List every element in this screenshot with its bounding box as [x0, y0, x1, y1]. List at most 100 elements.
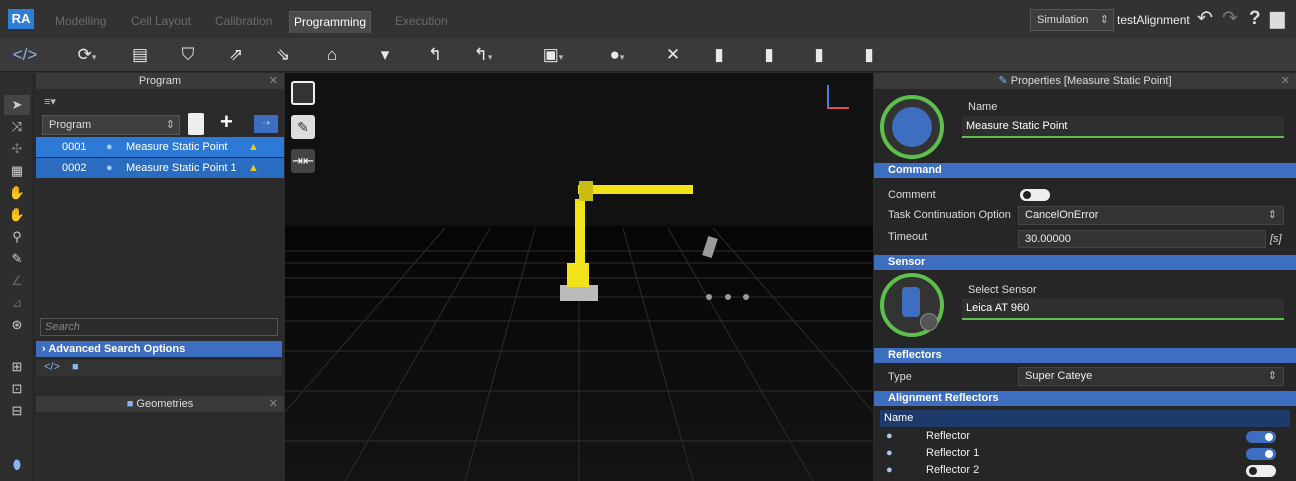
project-name: testAlignment — [1117, 13, 1190, 27]
sub-toolbar: </> ■ — [36, 360, 282, 376]
move-home-icon[interactable]: ⇘ — [266, 43, 300, 67]
select-sensor-label: Select Sensor — [968, 284, 1037, 296]
pin-icon[interactable]: ⚲ — [4, 227, 30, 247]
close-icon[interactable]: ✕ — [269, 396, 278, 412]
sensor-move-icon[interactable]: ⊡ — [4, 379, 30, 399]
advanced-search-label: Advanced Search Options — [48, 343, 186, 355]
folder-icon[interactable]: ■ — [72, 361, 79, 373]
camera-dropdown-icon[interactable]: ●▾ — [600, 43, 634, 67]
comment-toggle[interactable] — [1020, 189, 1050, 201]
arc-dropdown-icon[interactable]: ↰▾ — [466, 43, 500, 67]
panel-title: Program — [138, 75, 182, 87]
tab-cell-layout[interactable]: Cell Layout — [131, 14, 191, 28]
tab-programming[interactable]: Programming — [289, 11, 371, 33]
collapse-icon[interactable]: ⇥⇤ — [291, 149, 315, 173]
geometries-title: Geometries — [136, 398, 194, 410]
menu-icon[interactable]: ≡▾ — [44, 95, 56, 108]
sensor-icon — [880, 273, 944, 337]
shield-icon[interactable]: ⛉ — [171, 43, 205, 67]
reflector-icon: ● — [886, 430, 893, 442]
pen-icon[interactable]: ✎ — [4, 249, 30, 269]
cube-icon: ■ — [126, 398, 137, 410]
sensor-section[interactable]: Sensor — [874, 255, 1296, 270]
type-label: Type — [888, 371, 912, 383]
fit-view-icon[interactable] — [291, 81, 315, 105]
reflector-icon: ● — [886, 447, 893, 459]
list-item[interactable]: 0002 ● Measure Static Point 1 ▲ — [36, 158, 284, 178]
angle-icon[interactable]: ∠ — [4, 271, 30, 291]
hand-icon[interactable]: ✋ — [4, 183, 30, 203]
move-icon[interactable]: ⇗ — [219, 43, 253, 67]
table-row[interactable]: ● Reflector 1 — [880, 445, 1290, 462]
undo-icon[interactable]: ↶ — [1197, 8, 1213, 30]
sensor-play-icon[interactable]: ▮ — [702, 43, 736, 67]
command-section-label: Command — [888, 164, 942, 176]
transform-icon[interactable]: ✣ — [4, 139, 30, 159]
command-section[interactable]: Command — [874, 163, 1296, 178]
step-forward-icon[interactable]: ⇢ — [254, 115, 278, 133]
reflector-toggle[interactable] — [1246, 448, 1276, 460]
sensor-path-icon[interactable]: ⊟ — [4, 401, 30, 421]
tab-execution[interactable]: Execution — [395, 14, 448, 28]
code-icon[interactable]: </> — [44, 361, 60, 373]
tool-sidebar: ➤ ⤨ ✣ ▦ ✋ ✋ ⚲ ✎ ∠ ⊿ ⊛ ⊞ ⊡ ⊟ ⬮ — [0, 73, 34, 481]
camera-view-icon[interactable]: ✎ — [291, 115, 315, 139]
redo-icon[interactable]: ↷ — [1222, 8, 1238, 30]
reflector-name: Reflector 2 — [926, 464, 980, 476]
target-icon[interactable]: ⊛ — [4, 315, 30, 335]
reflector-type-select[interactable]: Super Cateye ⇕ — [1018, 367, 1284, 386]
hand-alt-icon[interactable]: ✋ — [4, 205, 30, 225]
tab-modelling[interactable]: Modelling — [55, 14, 106, 28]
sensor-refresh-icon[interactable]: ▮ — [802, 43, 836, 67]
measure-icon[interactable]: ⊿ — [4, 293, 30, 313]
wrench-icon: ✎ — [998, 75, 1011, 87]
3d-viewport[interactable]: ✎ ⇥⇤ — [285, 73, 873, 481]
reflector-type-value: Super Cateye — [1025, 370, 1093, 382]
advanced-search-toggle[interactable]: › Advanced Search Options — [36, 341, 282, 357]
timeout-input[interactable]: 30.00000 — [1018, 230, 1266, 248]
pointer-icon[interactable]: ➤ — [4, 95, 30, 115]
mode-select[interactable]: Simulation ⇕ — [1030, 9, 1114, 31]
cross-icon[interactable]: ✕ — [656, 43, 690, 67]
program-panel: Program ✕ ≡▾ Program ⇕ + ⇢ 0001 ● Measure St… — [36, 73, 284, 481]
tab-calibration[interactable]: Calibration — [215, 14, 272, 28]
task-continuation-select[interactable]: CancelOnError ⇕ — [1018, 206, 1284, 225]
search-input[interactable]: Search — [40, 318, 278, 336]
name-field[interactable]: Measure Static Point — [962, 116, 1284, 138]
grid-icon[interactable]: ▦ — [4, 161, 30, 181]
close-icon[interactable]: ✕ — [1281, 73, 1290, 89]
close-icon[interactable]: ✕ — [269, 73, 278, 89]
sensor-section-label: Sensor — [888, 256, 926, 268]
save-icon[interactable]: ▆ — [1270, 8, 1285, 30]
rotate-dropdown-icon[interactable]: ⟳▾ — [70, 43, 104, 67]
code-icon[interactable]: </> — [8, 43, 42, 67]
table-row[interactable]: ● Reflector — [880, 428, 1290, 445]
list-item[interactable]: 0001 ● Measure Static Point ▲ — [36, 137, 284, 157]
sensor-bottom-icon[interactable]: ⬮ — [4, 455, 30, 475]
alignment-reflectors-section[interactable]: Alignment Reflectors — [874, 391, 1296, 406]
reflector-name: Reflector — [926, 430, 971, 442]
chevron-updown-icon: ⇕ — [1267, 209, 1277, 221]
help-icon[interactable]: ? — [1249, 8, 1261, 30]
sensor-tool-icon[interactable]: ⊞ — [4, 357, 30, 377]
sensor-select[interactable]: Leica AT 960 — [962, 298, 1284, 320]
move-tool-icon[interactable]: ⤨ — [4, 117, 30, 137]
reflectors-section[interactable]: Reflectors — [874, 348, 1296, 363]
screen-dropdown-icon[interactable]: ▣▾ — [536, 43, 570, 67]
delete-icon[interactable] — [188, 113, 204, 135]
reflector-toggle[interactable] — [1246, 465, 1276, 477]
program-select[interactable]: Program ⇕ — [42, 115, 180, 135]
sensor-record-icon[interactable]: ▮ — [752, 43, 786, 67]
timeout-label: Timeout — [888, 231, 928, 243]
add-icon[interactable]: + — [220, 109, 233, 135]
toolbar: </> ⟳▾ ▤ ⛉ ⇗ ⇘ ⌂ ▾ ↰ ↰▾ ▣▾ ●▾ ✕ ▮ ▮ ▮ ▮ — [0, 38, 1296, 72]
reflector-toggle[interactable] — [1246, 431, 1276, 443]
list-icon[interactable]: ▤ — [123, 43, 157, 67]
table-row[interactable]: ● Reflector 2 — [880, 462, 1290, 479]
camera-icon: ● — [106, 141, 113, 153]
sensor-lock-icon[interactable]: ▮ — [852, 43, 886, 67]
arc-icon[interactable]: ↰ — [418, 43, 452, 67]
move-path-icon[interactable]: ⌂ — [315, 43, 349, 67]
tool-icon[interactable]: ▾ — [368, 43, 402, 67]
scene-canvas — [285, 181, 873, 481]
